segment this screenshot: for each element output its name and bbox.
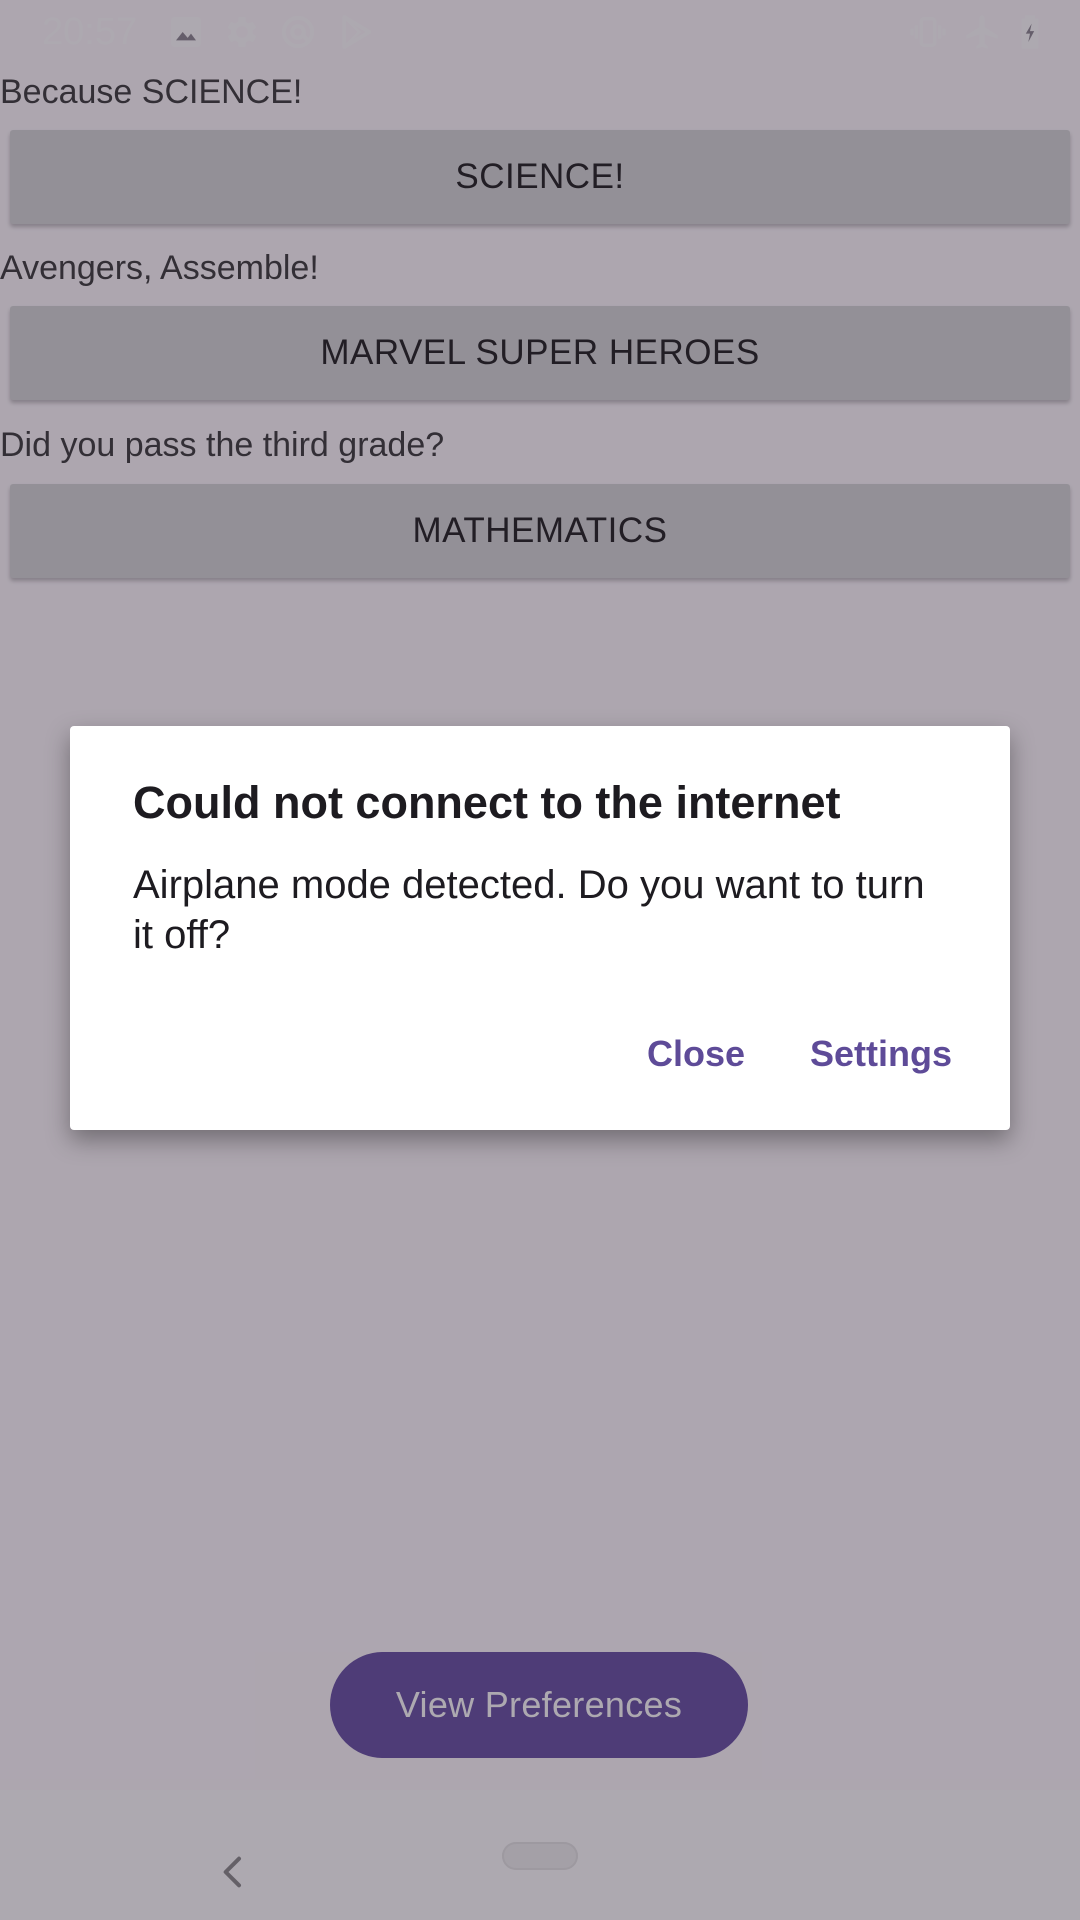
no-internet-dialog: Could not connect to the internet Airpla… <box>70 726 1010 1130</box>
dialog-message: Airplane mode detected. Do you want to t… <box>133 863 925 957</box>
dialog-title: Could not connect to the internet <box>133 777 841 828</box>
close-button[interactable]: Close <box>647 1032 745 1076</box>
settings-button[interactable]: Settings <box>810 1032 952 1076</box>
